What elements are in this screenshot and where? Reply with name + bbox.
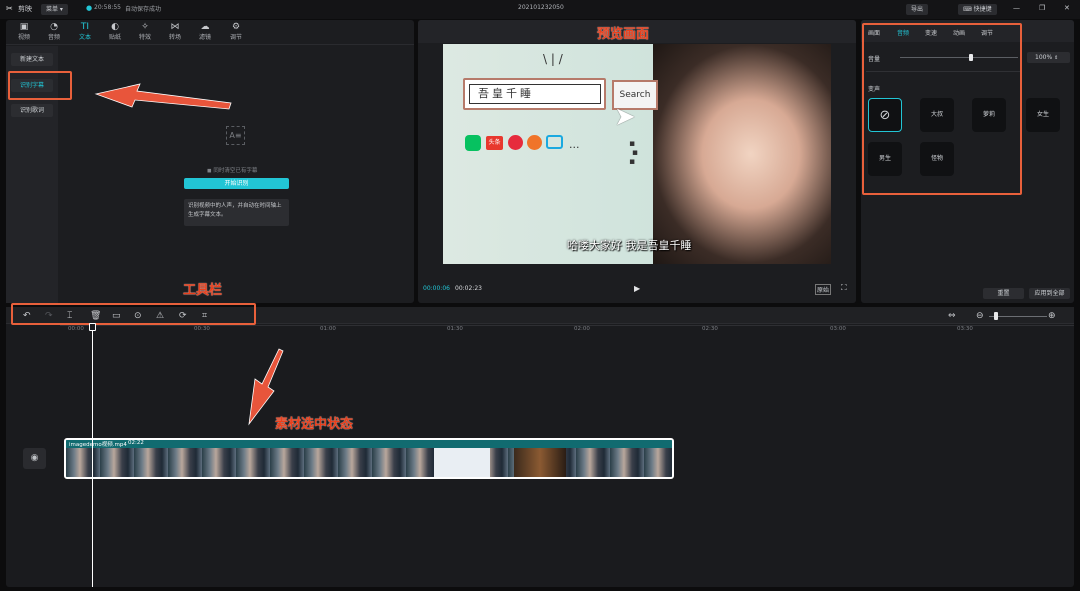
annotation-arrows [94, 83, 284, 426]
arrow-to-clip [248, 348, 284, 426]
arrow-to-subtitle [94, 83, 232, 110]
